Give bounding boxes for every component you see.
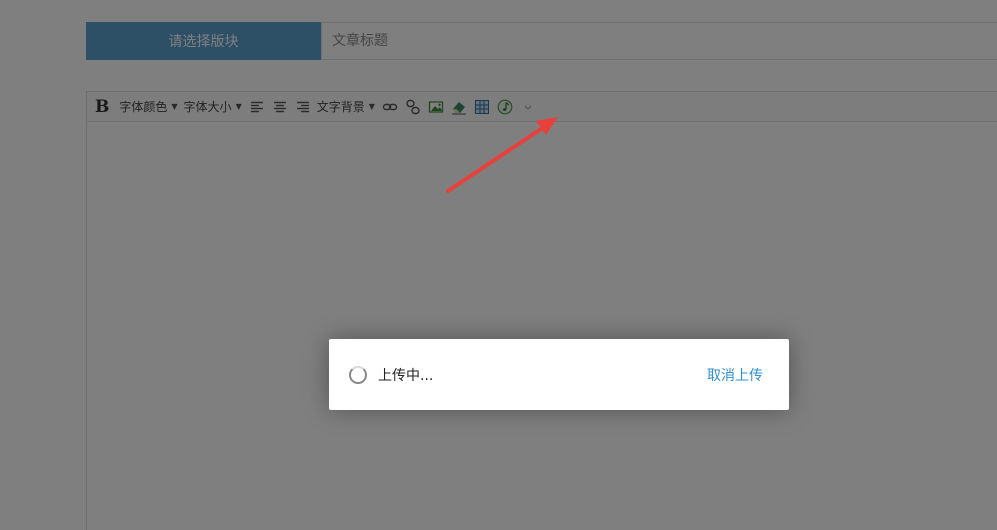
upload-status-text: 上传中...: [378, 367, 434, 384]
modal-overlay: [0, 0, 997, 530]
cancel-upload-link[interactable]: 取消上传: [707, 365, 763, 385]
page: 请选择版块 B 字体颜色 ▼ 字体大小 ▼: [0, 0, 997, 530]
annotation-arrow-icon: [446, 117, 558, 193]
spinner-icon: [349, 365, 367, 384]
upload-dialog: 上传中... 取消上传: [329, 339, 789, 410]
